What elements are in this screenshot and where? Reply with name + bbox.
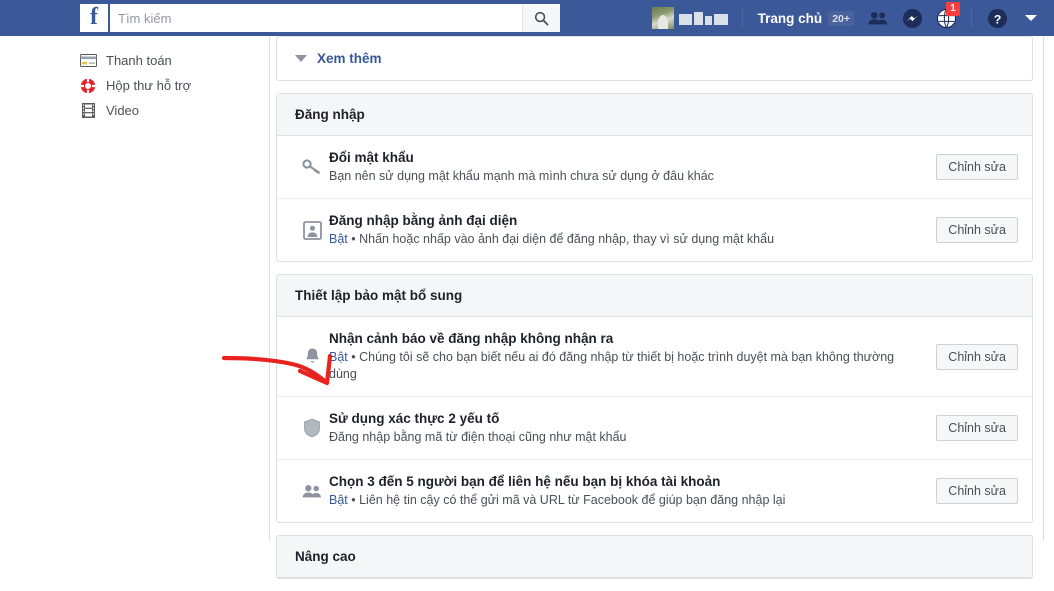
row-title: Chọn 3 đến 5 người bạn để liên hệ nếu bạ… bbox=[329, 474, 721, 489]
friend-requests-button[interactable] bbox=[861, 0, 895, 36]
edit-button[interactable]: Chỉnh sửa bbox=[936, 415, 1018, 441]
account-menu-button[interactable] bbox=[1014, 0, 1048, 36]
friends-icon bbox=[295, 478, 329, 504]
nav-divider-2 bbox=[971, 8, 972, 28]
row-subtitle: Bật • Liên hệ tin cậy có thể gửi mã và U… bbox=[329, 492, 924, 509]
credit-card-icon bbox=[78, 52, 98, 70]
sidebar-item-video[interactable]: Video bbox=[0, 98, 269, 123]
row-text: Đăng nhập bằng ảnh đại diện Bật • Nhấn h… bbox=[329, 212, 936, 248]
row-login-alerts[interactable]: Nhận cảnh báo về đăng nhập không nhận ra… bbox=[277, 317, 1032, 397]
edit-button[interactable]: Chỉnh sửa bbox=[936, 343, 1018, 370]
search-icon bbox=[534, 11, 549, 25]
home-link[interactable]: Trang chủ 20+ bbox=[751, 0, 861, 36]
notifications-button[interactable]: 1 bbox=[929, 0, 963, 36]
see-more-toggle[interactable]: Xem thêm bbox=[277, 37, 1032, 80]
row-title: Sử dụng xác thực 2 yếu tố bbox=[329, 411, 500, 426]
row-title: Nhận cảnh báo về đăng nhập không nhận ra bbox=[329, 331, 614, 346]
shield-icon bbox=[295, 415, 329, 441]
sidebar-item-label: Thanh toán bbox=[106, 53, 172, 68]
row-subtitle: Bật • Nhấn hoặc nhấp vào ảnh đại diện để… bbox=[329, 231, 924, 248]
top-navigation-bar: f Trang chủ 20+ bbox=[0, 0, 1054, 36]
row-state: Bật bbox=[329, 232, 348, 246]
row-subtitle: Bạn nên sử dụng mật khẩu mạnh mà mình ch… bbox=[329, 169, 714, 183]
section-advanced: Nâng cao bbox=[276, 535, 1033, 579]
row-state-sep: • bbox=[351, 493, 360, 507]
row-text: Nhận cảnh báo về đăng nhập không nhận ra… bbox=[329, 330, 936, 383]
svg-text:?: ? bbox=[993, 12, 1001, 26]
bell-icon bbox=[295, 344, 329, 370]
edit-button[interactable]: Chỉnh sửa bbox=[936, 478, 1018, 504]
row-text: Đổi mật khẩu Bạn nên sử dụng mật khẩu mạ… bbox=[329, 149, 936, 185]
section-extra-security: Thiết lập bảo mật bổ sung Nhận cảnh báo … bbox=[276, 274, 1033, 523]
row-title: Đổi mật khẩu bbox=[329, 150, 414, 165]
avatar bbox=[651, 7, 674, 29]
profile-picture-icon bbox=[295, 217, 329, 243]
film-icon bbox=[78, 102, 98, 120]
row-state: Bật bbox=[329, 493, 348, 507]
search-input[interactable] bbox=[110, 4, 522, 32]
chevron-down-icon bbox=[295, 55, 307, 62]
key-icon bbox=[295, 154, 329, 180]
sidebar-item-payments[interactable]: Thanh toán bbox=[0, 48, 269, 73]
messenger-icon bbox=[902, 8, 922, 28]
top-nav-right-cluster: Trang chủ 20+ 1 ? bbox=[648, 0, 1048, 36]
row-title: Đăng nhập bằng ảnh đại diện bbox=[329, 213, 518, 228]
nav-divider-1 bbox=[741, 8, 743, 28]
row-state-sep: • bbox=[351, 350, 360, 364]
row-text: Chọn 3 đến 5 người bạn để liên hệ nếu bạ… bbox=[329, 473, 936, 509]
section-header: Thiết lập bảo mật bổ sung bbox=[277, 275, 1032, 317]
sidebar-item-support-inbox[interactable]: Hộp thư hỗ trợ bbox=[0, 73, 269, 98]
edit-button[interactable]: Chỉnh sửa bbox=[936, 217, 1018, 243]
help-button[interactable]: ? bbox=[980, 0, 1014, 36]
row-state: Bật bbox=[329, 350, 348, 364]
left-sidebar: Thanh toán Hộp thư hỗ trợ Video bbox=[0, 36, 270, 541]
home-badge: 20+ bbox=[828, 10, 854, 26]
sidebar-item-label: Video bbox=[106, 103, 140, 118]
see-more-card: Xem thêm bbox=[276, 36, 1033, 81]
life-ring-icon bbox=[78, 77, 98, 95]
row-subtitle-text: Nhấn hoặc nhấp vào ảnh đại diện để đăng … bbox=[359, 232, 775, 246]
friend-requests-icon bbox=[868, 11, 888, 25]
help-icon: ? bbox=[987, 8, 1007, 28]
scrollbar-track[interactable] bbox=[1043, 36, 1044, 541]
messenger-button[interactable] bbox=[895, 0, 929, 36]
facebook-logo-icon[interactable]: f bbox=[80, 4, 108, 32]
notifications-badge: 1 bbox=[946, 2, 960, 16]
row-text: Sử dụng xác thực 2 yếu tố Đăng nhập bằng… bbox=[329, 410, 936, 446]
row-change-password[interactable]: Đổi mật khẩu Bạn nên sử dụng mật khẩu mạ… bbox=[277, 136, 1032, 199]
section-header: Đăng nhập bbox=[277, 94, 1032, 136]
search-button[interactable] bbox=[522, 4, 560, 32]
row-subtitle: Đăng nhập bằng mã từ điện thoại cũng như… bbox=[329, 430, 627, 444]
edit-button[interactable]: Chỉnh sửa bbox=[936, 154, 1018, 180]
row-trusted-contacts[interactable]: Chọn 3 đến 5 người bạn để liên hệ nếu bạ… bbox=[277, 460, 1032, 522]
row-photo-login[interactable]: Đăng nhập bằng ảnh đại diện Bật • Nhấn h… bbox=[277, 199, 1032, 261]
see-more-label: Xem thêm bbox=[317, 51, 382, 66]
account-menu-caret-icon bbox=[1025, 15, 1037, 21]
profile-link[interactable] bbox=[648, 0, 734, 36]
row-subtitle-text: Chúng tôi sẽ cho bạn biết nếu ai đó đăng… bbox=[329, 350, 895, 381]
search-bar bbox=[110, 4, 560, 32]
row-state-sep: • bbox=[351, 232, 360, 246]
section-login: Đăng nhập Đổi mật khẩu Bạn nên sử dụng m… bbox=[276, 93, 1033, 262]
row-two-factor-auth[interactable]: Sử dụng xác thực 2 yếu tố Đăng nhập bằng… bbox=[277, 397, 1032, 460]
sidebar-item-label: Hộp thư hỗ trợ bbox=[106, 78, 192, 93]
row-subtitle-text: Liên hệ tin cậy có thể gửi mã và URL từ … bbox=[359, 493, 786, 507]
section-header: Nâng cao bbox=[277, 536, 1032, 578]
profile-name-redacted bbox=[678, 11, 728, 25]
page-body: Thanh toán Hộp thư hỗ trợ Video Xem thêm… bbox=[0, 36, 1054, 579]
settings-content: Xem thêm Đăng nhập Đổi mật khẩu Bạn nên … bbox=[276, 36, 1033, 591]
home-label: Trang chủ bbox=[757, 10, 823, 26]
row-subtitle: Bật • Chúng tôi sẽ cho bạn biết nếu ai đ… bbox=[329, 349, 924, 383]
